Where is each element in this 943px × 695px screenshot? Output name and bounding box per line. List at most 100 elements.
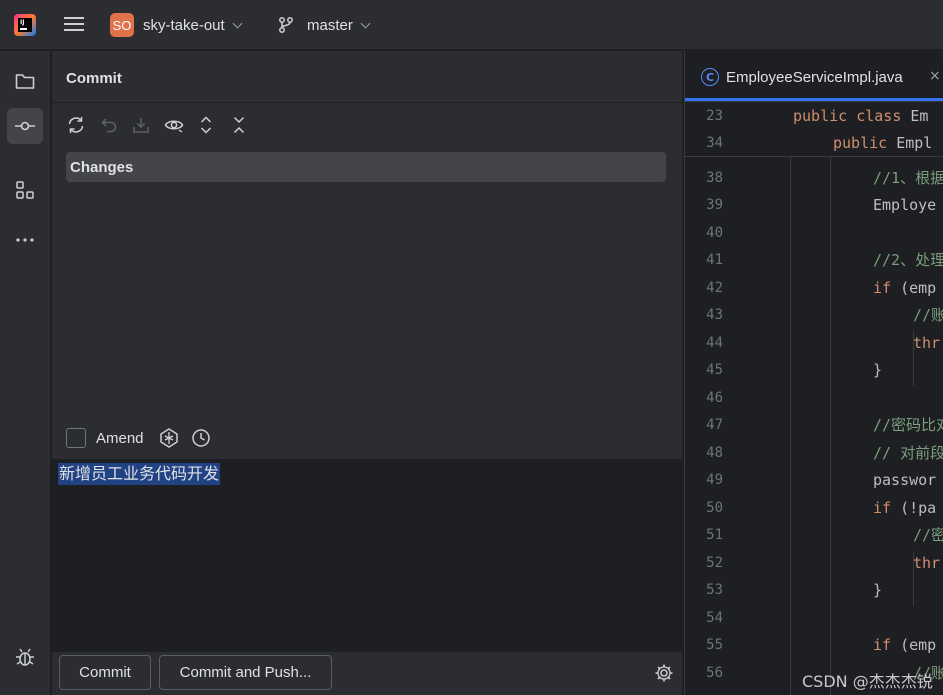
changes-group-row[interactable]: Changes [66,152,666,182]
commit-message-field[interactable]: 新增员工业务代码开发 [52,459,682,652]
code-line: 49 passwor [685,467,943,494]
line-number: 50 [706,499,723,516]
gear-icon[interactable] [654,663,674,683]
project-name: sky-take-out [143,16,225,34]
eye-icon[interactable] [162,113,186,137]
code-token: //密码比对 [873,416,943,434]
code-line: 48 // 对前段 [685,440,943,467]
code-line: 43 //账 [685,302,943,329]
code-token: //密 [913,526,943,544]
code-line: 52 thr [685,550,943,577]
line-number: 23 [706,108,723,124]
commit-message-text: 新增员工业务代码开发 [58,463,221,485]
code-text: //密 [913,522,943,549]
debug-icon [16,648,34,666]
code-line: 54 [685,605,943,632]
editor-tab[interactable]: C EmployeeServiceImpl.java × [685,51,943,102]
project-selector[interactable]: SO sky-take-out [110,13,243,37]
code-token: (emp [900,278,937,297]
code-token: if [873,636,901,654]
commit-button[interactable]: Commit [59,655,151,690]
expand-all-icon[interactable] [194,113,218,137]
code-token: //2、处理 [873,251,943,269]
code-token: class [856,107,911,125]
commit-and-push-button[interactable]: Commit and Push... [159,655,332,690]
code-text: thr [913,550,940,577]
amend-checkbox[interactable] [66,428,86,448]
line-number: 40 [706,224,723,241]
code-text: } [873,577,882,604]
sticky-lines: 23 public class Em 34 public Empl [685,103,943,157]
close-icon[interactable]: × [929,68,941,84]
rollback-icon[interactable] [97,113,121,137]
code-token: } [873,361,883,379]
title-bar: IJ SO sky-take-out master [0,0,943,50]
indent-guide [913,551,914,606]
amend-label[interactable]: Amend [96,430,144,447]
code-text: //1、根据 [873,165,943,192]
chevron-down-icon [232,18,243,28]
code-area[interactable]: 3738//1、根据39Employe4041//2、处理42if (emp43… [685,155,943,695]
code-text: //密码比对 [873,412,943,439]
indent-guide [830,155,831,695]
line-number: 39 [706,197,723,213]
indent-guide [790,155,791,695]
indent-guide [913,331,914,386]
code-text: passwor [873,467,936,494]
project-tool-button[interactable] [7,63,43,99]
history-icon[interactable] [190,427,212,449]
branch-name: master [307,16,353,34]
code-token: } [873,581,883,599]
code-line: 45} [685,357,943,384]
line-number: 53 [706,582,723,598]
code-text: // 对前段 [873,440,943,467]
code-token: Employe [873,196,937,214]
hamburger-menu-icon[interactable] [62,14,86,36]
code-line: 23 public class Em [685,103,943,130]
line-number: 52 [706,554,723,571]
code-line: 38 //1、根据 [685,165,943,192]
more-tools-button[interactable] [7,222,43,258]
code-token: public [793,107,857,125]
code-line: 50 if (!pa [685,495,943,522]
watermark: CSDN @杰杰杰锐 [802,672,933,691]
shelve-icon[interactable] [129,113,153,137]
code-token: thr [913,333,941,352]
ai-assistant-icon[interactable] [158,427,180,449]
code-token: (emp [900,636,937,654]
code-text: public Empl [833,130,932,157]
app-logo[interactable]: IJ [14,14,36,36]
line-number: 41 [706,252,723,268]
code-token: thr [913,553,941,572]
code-text: public class Em [793,103,928,130]
code-text: //账 [913,302,943,329]
line-number: 49 [706,472,723,488]
line-number: 51 [706,527,723,543]
code-line: 46 [685,385,943,412]
code-line: 40 [685,220,943,247]
debug-tool-button[interactable] [7,639,43,675]
code-token: // 对前段 [873,443,943,462]
collapse-all-icon[interactable] [227,113,251,137]
refresh-icon[interactable] [64,113,88,137]
chevron-down-icon [360,18,371,28]
line-number: 47 [706,417,723,433]
code-token: //1、根据 [873,168,943,187]
tab-file-name: EmployeeServiceImpl.java [726,69,903,86]
code-token: if [873,498,901,517]
panel-title: Commit [66,70,122,87]
branch-selector[interactable]: master [277,13,371,37]
java-class-icon: C [701,68,719,86]
line-number: 46 [706,389,723,406]
code-text: if (emp [873,632,936,659]
line-number: 38 [706,169,723,186]
code-token: public [833,134,897,152]
tool-window-stripe [0,51,51,695]
code-token: passwor [873,471,937,489]
folder-icon [15,74,35,89]
structure-tool-button[interactable] [7,172,43,208]
editor-tab-bar: C EmployeeServiceImpl.java × [685,51,943,102]
structure-icon [16,181,34,199]
code-line: 34 public Empl [685,130,943,157]
commit-tool-button[interactable] [7,108,43,144]
